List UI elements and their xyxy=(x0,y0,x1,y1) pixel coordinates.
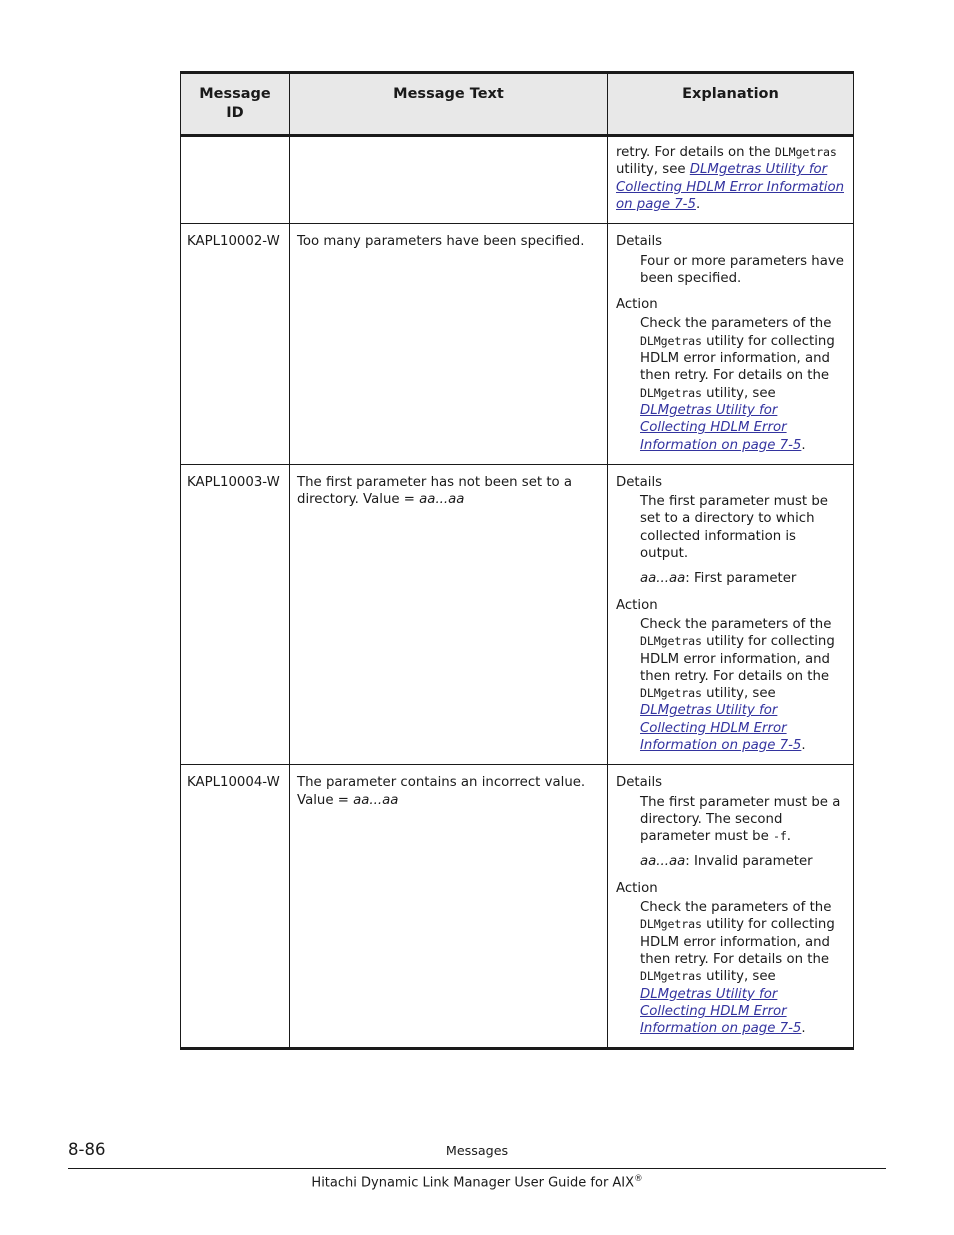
explanation-action-body: retry. For details on the DLMgetras util… xyxy=(616,144,847,213)
explanation-action-body: Check the parameters of the DLMgetras ut… xyxy=(616,315,847,453)
page-footer: 8-86 Messages xyxy=(0,1140,954,1168)
explanation-action-heading: Action xyxy=(616,880,658,896)
action-text-part3: utility, see xyxy=(701,969,776,985)
explanation-action-heading: Action xyxy=(616,597,658,613)
action-text-part1: Check the parameters of the xyxy=(640,616,832,632)
column-header-message-id-line1: Message xyxy=(199,86,271,102)
cell-message-text xyxy=(289,135,608,225)
variable-description: : First parameter xyxy=(685,571,797,587)
action-text-part1: Check the parameters of the xyxy=(640,316,832,332)
details-text-part1: The first parameter must be a directory.… xyxy=(640,794,841,845)
utility-name-mono: DLMgetras xyxy=(640,917,702,932)
action-text-part1: retry. For details on the xyxy=(616,145,775,161)
explanation-details-heading: Details xyxy=(616,234,663,250)
utility-name-mono: DLMgetras xyxy=(640,333,702,348)
action-text-part3: utility, see xyxy=(701,385,776,401)
cell-explanation: Details The first parameter must be a di… xyxy=(607,764,854,1051)
column-header-message-text: Message Text xyxy=(289,70,608,138)
cell-message-text: Too many parameters have been specified. xyxy=(289,223,608,465)
explanation-details-body: Four or more parameters have been specif… xyxy=(640,253,844,286)
table-row: KAPL10002-W Too many parameters have bee… xyxy=(180,223,854,465)
variable-name: aa...aa xyxy=(640,571,686,587)
table-body: retry. For details on the DLMgetras util… xyxy=(180,135,854,1051)
table-row: retry. For details on the DLMgetras util… xyxy=(180,135,854,225)
explanation-details-body: The first parameter must be a directory.… xyxy=(616,794,847,846)
footer-section-title: Messages xyxy=(445,1143,509,1158)
column-header-message-id: Message ID xyxy=(180,70,290,138)
cell-message-text: The first parameter has not been set to … xyxy=(289,463,608,766)
cell-explanation: Details Four or more parameters have bee… xyxy=(607,223,854,465)
cell-message-id xyxy=(180,135,290,225)
action-text-part2: utility, see xyxy=(616,162,690,178)
table-header-row: Message ID Message Text Explanation xyxy=(180,70,854,138)
cell-explanation: Details The first parameter must be set … xyxy=(607,463,854,766)
details-text-period: . xyxy=(786,829,792,845)
cross-reference-link[interactable]: DLMgetras Utility for Collecting HDLM Er… xyxy=(640,703,801,753)
cell-message-id: KAPL10004-W xyxy=(180,764,290,1051)
table-header: Message ID Message Text Explanation xyxy=(180,70,854,138)
explanation-details-heading: Details xyxy=(616,775,663,791)
explanation-variable-definition: aa...aa: First parameter xyxy=(616,570,847,587)
message-reference-table: Message ID Message Text Explanation retry… xyxy=(180,70,854,1051)
message-text-variable: aa...aa xyxy=(353,792,399,808)
explanation-variable-definition: aa...aa: Invalid parameter xyxy=(616,853,847,870)
explanation-action-body: Check the parameters of the DLMgetras ut… xyxy=(616,616,847,754)
cross-reference-link[interactable]: DLMgetras Utility for Collecting HDLM Er… xyxy=(640,987,801,1037)
column-header-message-id-line2: ID xyxy=(226,104,244,121)
utility-name-mono-2: DLMgetras xyxy=(640,686,702,701)
action-text-period: . xyxy=(801,1021,806,1037)
registered-trademark-icon: ® xyxy=(634,1174,643,1184)
message-text-variable: aa...aa xyxy=(419,492,465,508)
cell-message-id: KAPL10003-W xyxy=(180,463,290,766)
action-text-period: . xyxy=(801,738,806,753)
footer-guide-title: Hitachi Dynamic Link Manager User Guide … xyxy=(0,1174,954,1190)
cross-reference-link[interactable]: DLMgetras Utility for Collecting HDLM Er… xyxy=(640,403,801,453)
explanation-action-heading: Action xyxy=(616,297,658,313)
utility-name-mono: DLMgetras xyxy=(774,145,837,160)
table-row: KAPL10004-W The parameter contains an in… xyxy=(180,764,854,1051)
action-text-part1: Check the parameters of the xyxy=(640,900,832,916)
table-row: KAPL10003-W The first parameter has not … xyxy=(180,463,854,766)
action-text-period: . xyxy=(801,437,806,453)
utility-name-mono-2: DLMgetras xyxy=(640,969,702,984)
column-header-explanation: Explanation xyxy=(607,70,854,138)
footer-guide-title-text: Hitachi Dynamic Link Manager User Guide … xyxy=(311,1175,635,1191)
explanation-action-body: Check the parameters of the DLMgetras ut… xyxy=(616,899,847,1037)
message-text-plain: The parameter contains an incorrect valu… xyxy=(297,775,586,808)
action-text-part3: utility, see xyxy=(701,686,776,702)
utility-name-mono-2: DLMgetras xyxy=(640,385,702,400)
footer-top-line: 8-86 Messages xyxy=(0,1140,954,1168)
parameter-flag-mono: -f xyxy=(773,829,787,844)
action-text-period: . xyxy=(695,196,701,212)
utility-name-mono: DLMgetras xyxy=(640,634,702,649)
cell-message-text: The parameter contains an incorrect valu… xyxy=(289,764,608,1051)
variable-name: aa...aa xyxy=(640,854,686,870)
explanation-details-heading: Details xyxy=(616,474,663,490)
variable-description: : Invalid parameter xyxy=(685,854,813,870)
cell-explanation: retry. For details on the DLMgetras util… xyxy=(607,135,854,225)
footer-divider xyxy=(68,1168,886,1169)
explanation-details-body: The first parameter must be set to a dir… xyxy=(640,494,828,562)
cell-message-id: KAPL10002-W xyxy=(180,223,290,465)
